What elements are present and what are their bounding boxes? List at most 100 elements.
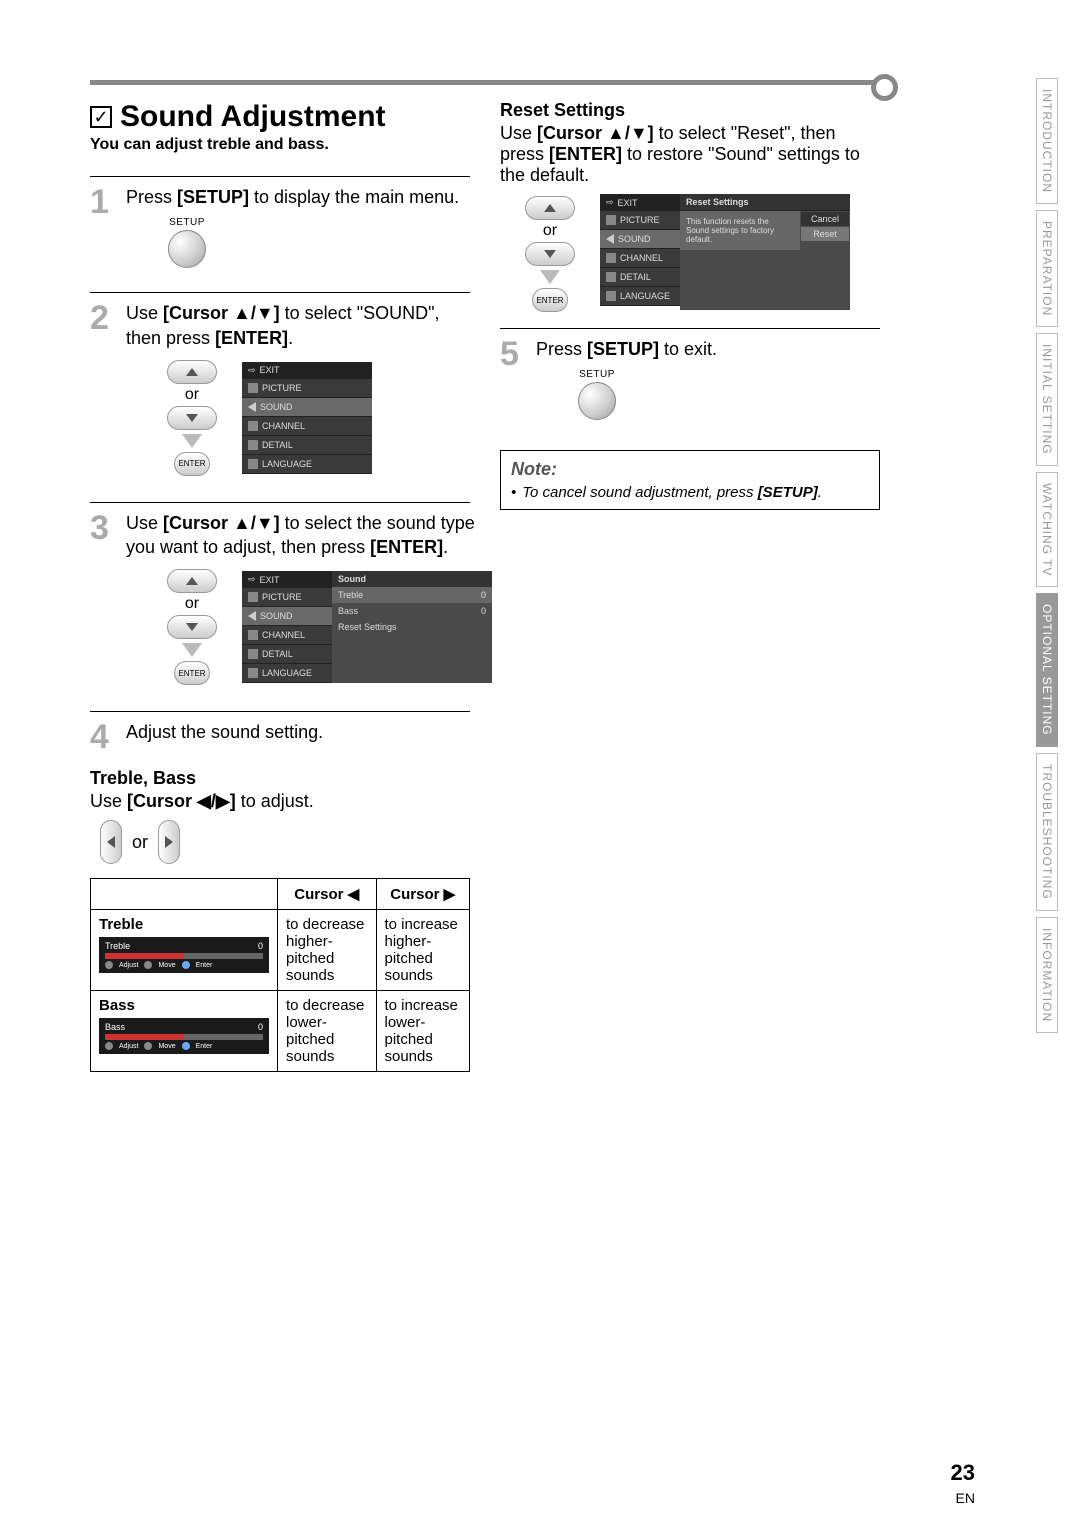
adjust-table: Cursor ◀ Cursor ▶ Treble Treble0 Adjust … xyxy=(90,878,470,1072)
or-label: or xyxy=(132,832,148,853)
step-divider xyxy=(500,328,880,329)
reset-figure: or ENTER ⇨ EXIT PICTURE SOUND CHANNEL DE… xyxy=(520,194,880,314)
menu-language: LANGUAGE xyxy=(242,664,332,683)
cursor-buttons: or ENTER xyxy=(162,567,222,687)
page-number: 23 xyxy=(951,1460,975,1486)
menu-language: LANGUAGE xyxy=(600,287,680,306)
step-2: 2 Use [Cursor ▲/▼] to select "SOUND", th… xyxy=(90,301,470,492)
arrow-down-icon xyxy=(182,643,202,657)
menu-exit: ⇨ EXIT xyxy=(242,362,372,379)
setup-button-figure: SETUP xyxy=(572,369,622,420)
step-2-figure: or ENTER ⇨ EXIT PICTURE SOUND CHANNEL DE… xyxy=(162,358,470,478)
speaker-icon xyxy=(606,234,614,244)
col-cursor-right: Cursor ▶ xyxy=(376,879,470,910)
sound-panel-title: Sound xyxy=(332,571,492,587)
treble-bass-instruction: Use [Cursor ◀/▶] to adjust. xyxy=(90,791,470,812)
cursor-down-icon xyxy=(167,615,217,639)
step-divider xyxy=(90,176,470,177)
cursor-up-icon xyxy=(167,569,217,593)
menu-exit: ⇨ EXIT xyxy=(600,194,680,211)
menu-detail: DETAIL xyxy=(600,268,680,287)
cursor-buttons: or ENTER xyxy=(162,358,222,478)
note-box: Note: To cancel sound adjustment, press … xyxy=(500,450,880,510)
check-icon: ✓ xyxy=(90,106,112,128)
reset-panel-buttons: Cancel Reset xyxy=(800,211,850,250)
step-3: 3 Use [Cursor ▲/▼] to select the sound t… xyxy=(90,511,470,702)
tab-troubleshooting[interactable]: TROUBLESHOOTING xyxy=(1036,753,1058,911)
tab-introduction[interactable]: INTRODUCTION xyxy=(1036,78,1058,204)
tab-information[interactable]: INFORMATION xyxy=(1036,917,1058,1033)
step-number: 5 xyxy=(500,337,526,434)
step-number: 3 xyxy=(90,511,116,702)
menu-picture: PICTURE xyxy=(600,211,680,230)
sound-treble-row: Treble0 xyxy=(332,587,492,603)
left-column: ✓ Sound Adjustment You can adjust treble… xyxy=(90,100,470,1072)
or-label: or xyxy=(520,222,580,240)
step-3-text: Use [Cursor ▲/▼] to select the sound typ… xyxy=(126,511,492,560)
reset-heading: Reset Settings xyxy=(500,100,880,121)
treble-increase: to increase higher-pitched sounds xyxy=(376,910,470,991)
side-tabs: INTRODUCTION PREPARATION INITIAL SETTING… xyxy=(1036,78,1058,1033)
reset-panel-message: This function resets the Sound settings … xyxy=(680,211,800,250)
menu-channel: CHANNEL xyxy=(242,626,332,645)
speaker-icon xyxy=(248,611,256,621)
bass-decrease: to decrease lower-pitched sounds xyxy=(278,991,377,1072)
tab-optional-setting[interactable]: OPTIONAL SETTING xyxy=(1036,593,1058,747)
right-column: Reset Settings Use [Cursor ▲/▼] to selec… xyxy=(500,100,880,1072)
step-2-text: Use [Cursor ▲/▼] to select "SOUND", then… xyxy=(126,301,470,350)
setup-button-figure: SETUP xyxy=(162,217,212,268)
step-number: 4 xyxy=(90,720,116,754)
language-code: EN xyxy=(956,1490,975,1506)
bass-slider: Bass0 Adjust Move Enter xyxy=(99,1018,269,1054)
cursor-down-icon xyxy=(525,242,575,266)
bass-increase: to increase lower-pitched sounds xyxy=(376,991,470,1072)
menu-channel: CHANNEL xyxy=(600,249,680,268)
tab-watching-tv[interactable]: WATCHING TV xyxy=(1036,472,1058,587)
cursor-up-icon xyxy=(525,196,575,220)
menu-sound: SOUND xyxy=(242,398,372,417)
setup-label: SETUP xyxy=(162,217,212,228)
tab-initial-setting[interactable]: INITIAL SETTING xyxy=(1036,333,1058,466)
osd-reset-menu: ⇨ EXIT PICTURE SOUND CHANNEL DETAIL LANG… xyxy=(600,194,850,310)
sound-reset-row: Reset Settings xyxy=(332,619,492,635)
note-item: To cancel sound adjustment, press [SETUP… xyxy=(511,484,869,501)
cancel-option: Cancel xyxy=(801,212,849,226)
step-divider xyxy=(90,292,470,293)
step-5: 5 Press [SETUP] to exit. SETUP xyxy=(500,337,880,434)
step-divider xyxy=(90,502,470,503)
step-3-figure: or ENTER ⇨ EXIT PICTURE SOUND CHANNEL DE… xyxy=(162,567,492,687)
row-label: Treble xyxy=(99,916,143,933)
cursor-up-icon xyxy=(167,360,217,384)
menu-picture: PICTURE xyxy=(242,379,372,398)
title-row: ✓ Sound Adjustment xyxy=(90,100,470,134)
cursor-down-icon xyxy=(167,406,217,430)
setup-button-icon xyxy=(168,230,206,268)
cursor-buttons: or ENTER xyxy=(520,194,580,314)
menu-sound: SOUND xyxy=(600,230,680,249)
reset-instruction: Use [Cursor ▲/▼] to select "Reset", then… xyxy=(500,123,880,186)
page-content: ✓ Sound Adjustment You can adjust treble… xyxy=(90,100,880,1072)
menu-sound: SOUND xyxy=(242,607,332,626)
enter-button-icon: ENTER xyxy=(174,452,210,476)
table-row: Bass Bass0 Adjust Move Enter to decrease xyxy=(91,991,470,1072)
tab-preparation[interactable]: PREPARATION xyxy=(1036,210,1058,327)
arrow-down-icon xyxy=(182,434,202,448)
reset-option: Reset xyxy=(801,227,849,241)
cursor-right-icon xyxy=(158,820,180,864)
col-cursor-left: Cursor ◀ xyxy=(278,879,377,910)
step-4: 4 Adjust the sound setting. xyxy=(90,720,470,754)
or-label: or xyxy=(162,386,222,404)
reset-panel-title: Reset Settings xyxy=(680,194,850,211)
osd-menu: ⇨ EXIT PICTURE SOUND CHANNEL DETAIL LANG… xyxy=(242,362,372,474)
menu-picture: PICTURE xyxy=(242,588,332,607)
note-title: Note: xyxy=(511,459,869,480)
osd-sound-menu: ⇨ EXIT PICTURE SOUND CHANNEL DETAIL LANG… xyxy=(242,571,492,683)
top-rule xyxy=(90,80,880,85)
sound-bass-row: Bass0 xyxy=(332,603,492,619)
treble-slider: Treble0 Adjust Move Enter xyxy=(99,937,269,973)
table-row: Treble Treble0 Adjust Move Enter to decr xyxy=(91,910,470,991)
cursor-left-icon xyxy=(100,820,122,864)
step-number: 2 xyxy=(90,301,116,492)
menu-detail: DETAIL xyxy=(242,436,372,455)
step-5-text: Press [SETUP] to exit. xyxy=(536,337,880,361)
